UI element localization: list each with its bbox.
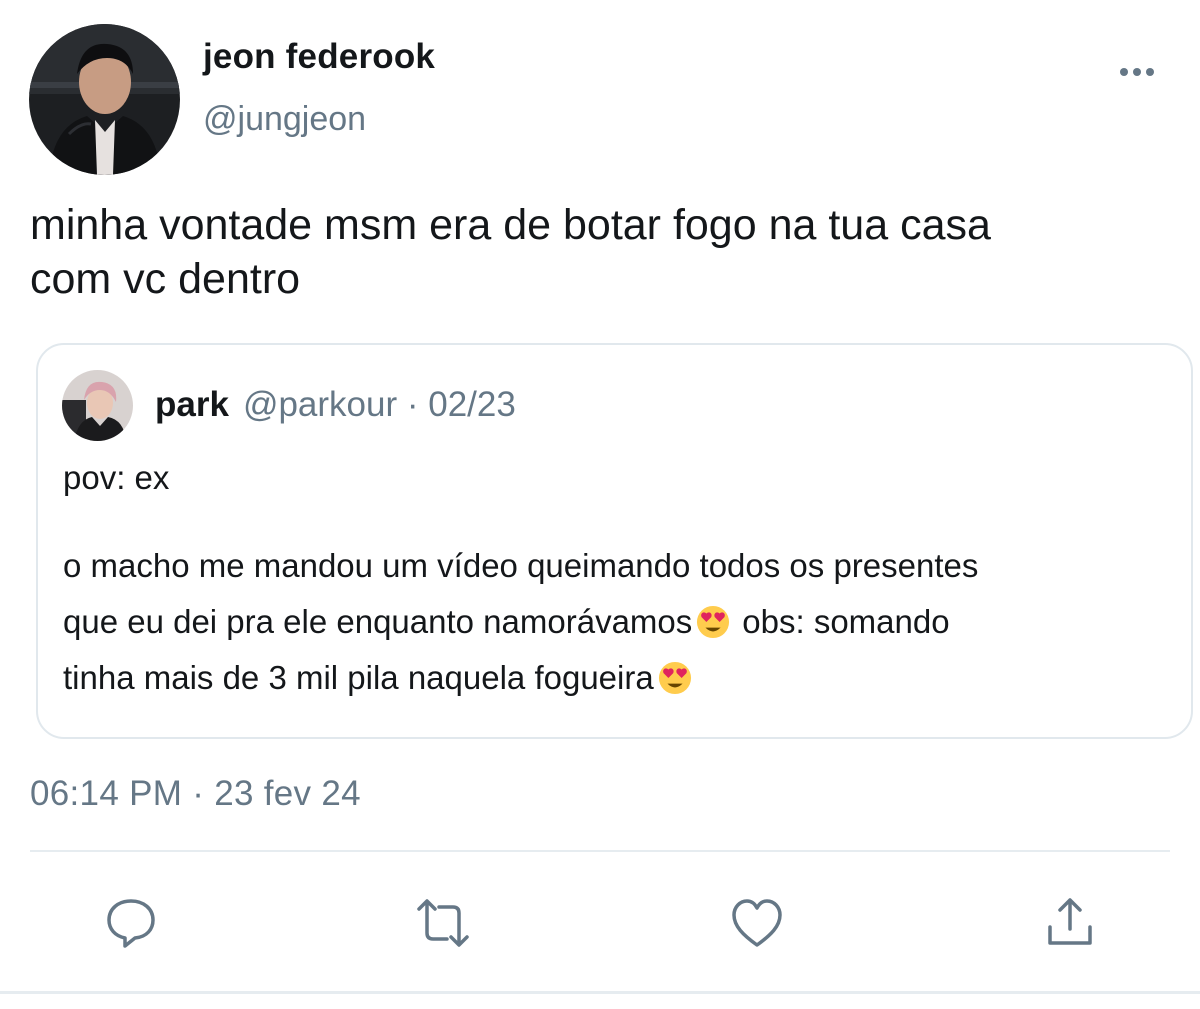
like-button[interactable] — [724, 890, 790, 956]
more-options-icon[interactable] — [1120, 62, 1160, 82]
quoted-line: que eu dei pra ele enquanto namorávamos o… — [63, 594, 1173, 650]
divider — [30, 850, 1170, 852]
more-dot — [1146, 68, 1154, 76]
quoted-line-part: obs: somando — [742, 603, 950, 640]
quoted-tweet-card[interactable]: park @parkour · 02/23 pov: ex o macho me … — [36, 343, 1193, 739]
bottom-divider — [0, 991, 1200, 994]
heart-eyes-emoji-icon — [697, 605, 730, 639]
quoted-author-avatar[interactable] — [62, 370, 133, 441]
share-icon — [1048, 898, 1092, 945]
tweet-text: minha vontade msm era de botar fogo na t… — [30, 201, 991, 303]
author-display-name[interactable]: jeon federook — [203, 37, 435, 77]
author-photo — [29, 24, 180, 175]
heart-icon — [732, 899, 782, 947]
quoted-author-photo — [62, 370, 133, 441]
quoted-handle-date: @parkour · 02/23 — [242, 385, 516, 424]
reply-button[interactable] — [98, 890, 164, 956]
quoted-tweet-text: pov: ex o macho me mandou um vídeo queim… — [63, 450, 1173, 706]
author-avatar[interactable] — [29, 24, 180, 175]
quoted-display-name[interactable]: park — [155, 385, 229, 424]
author-handle[interactable]: @jungjeon — [203, 100, 366, 139]
quoted-line-part: tinha mais de 3 mil pila naquela fogueir… — [63, 659, 654, 696]
heart-eyes-emoji-icon — [658, 661, 691, 695]
quoted-line-part: que eu dei pra ele enquanto namorávamos — [63, 603, 693, 640]
quoted-line: pov: ex — [63, 459, 170, 496]
quoted-header: park @parkour · 02/23 — [155, 385, 516, 425]
retweet-icon — [417, 899, 469, 947]
share-button[interactable] — [1037, 890, 1103, 956]
more-dot — [1133, 68, 1141, 76]
retweet-button[interactable] — [410, 890, 476, 956]
more-dot — [1120, 68, 1128, 76]
tweet-timestamp[interactable]: 06:14 PM · 23 fev 24 — [30, 774, 361, 814]
quoted-line: o macho me mandou um vídeo queimando tod… — [63, 547, 979, 584]
quoted-line: tinha mais de 3 mil pila naquela fogueir… — [63, 650, 1173, 706]
reply-icon — [107, 899, 155, 948]
tweet-detail: jeon federook @jungjeon minha vontade ms… — [0, 0, 1200, 1009]
